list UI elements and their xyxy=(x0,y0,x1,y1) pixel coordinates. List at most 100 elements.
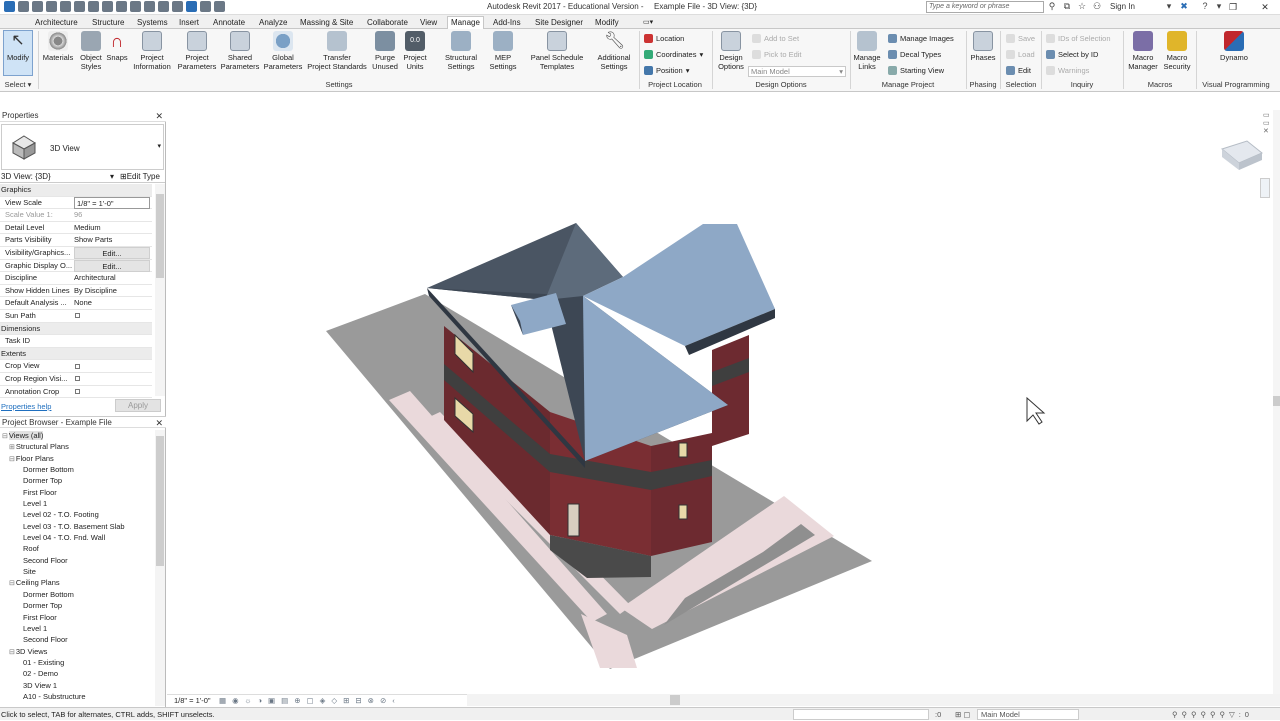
view-control-icons[interactable]: ▦◉☼◑▣▤⊕▢◈◇⊞⊟⊗⊘‹ xyxy=(219,695,401,706)
property-row[interactable]: Sun Path xyxy=(0,310,152,323)
binoculars-icon[interactable]: ⚲ xyxy=(1047,1,1057,12)
scrollbar-thumb[interactable] xyxy=(156,194,164,278)
browser-tree-item[interactable]: Level 1 xyxy=(0,623,152,634)
select-by-id-button[interactable]: Select by ID xyxy=(1046,49,1098,60)
checkbox-icon[interactable] xyxy=(75,389,80,395)
tab-modify[interactable]: Modify xyxy=(592,17,622,29)
snaps-button[interactable]: ∩ Snaps xyxy=(104,31,130,62)
design-options-button[interactable]: Design Options xyxy=(716,31,746,71)
starting-view-button[interactable]: Starting View xyxy=(888,65,944,76)
property-checkbox[interactable] xyxy=(74,310,150,322)
subscription-icon[interactable]: ⧉ xyxy=(1062,1,1072,12)
property-edit-button[interactable]: Edit... xyxy=(74,246,150,259)
help-icon[interactable]: ? xyxy=(1200,1,1210,12)
dynamo-button[interactable]: Dynamo xyxy=(1214,31,1254,62)
property-row[interactable]: Task ID xyxy=(0,335,152,348)
browser-tree-item[interactable]: ⊟3D Views xyxy=(0,646,152,657)
browser-scrollbar[interactable] xyxy=(155,430,165,706)
manage-images-button[interactable]: Manage Images xyxy=(888,33,954,44)
materials-button[interactable]: Materials xyxy=(41,31,75,62)
browser-tree-item[interactable]: First Floor xyxy=(0,612,152,623)
properties-scrollbar[interactable] xyxy=(155,184,165,396)
property-row[interactable]: Crop View xyxy=(0,360,152,373)
properties-help-link[interactable]: Properties help xyxy=(1,402,51,411)
browser-tree-item[interactable]: A10 - Substructure xyxy=(0,691,152,702)
property-group-header[interactable]: Graphics xyxy=(0,184,152,197)
modify-button[interactable]: ↖ Modify xyxy=(3,30,33,76)
browser-tree-item[interactable]: Second Floor xyxy=(0,555,152,566)
workset-field[interactable] xyxy=(793,709,929,720)
aligned-dimension-icon[interactable] xyxy=(116,1,127,12)
location-button[interactable]: Location xyxy=(644,33,684,44)
tag-icon[interactable] xyxy=(130,1,141,12)
revit-app-icon[interactable] xyxy=(4,1,15,12)
scrollbar-thumb[interactable] xyxy=(156,436,164,566)
browser-tree-item[interactable]: 01 - Existing xyxy=(0,657,152,668)
close-icon[interactable]: ✕ xyxy=(155,110,163,122)
scrollbar-thumb[interactable] xyxy=(1273,396,1280,406)
viewport-vertical-scrollbar[interactable] xyxy=(1273,110,1280,694)
text-icon[interactable] xyxy=(144,1,155,12)
tab-insert[interactable]: Insert xyxy=(176,17,202,29)
load-selection-button[interactable]: Load xyxy=(1006,49,1035,60)
view-scale-button[interactable]: 1/8" = 1'-0" xyxy=(174,695,211,706)
property-row[interactable]: Default Analysis ... None xyxy=(0,297,152,310)
transfer-project-standards-button[interactable]: Transfer Project Standards xyxy=(304,31,370,71)
restore-window-icon[interactable]: ❐ xyxy=(1222,0,1244,14)
browser-tree-item[interactable]: Dormer Top xyxy=(0,600,152,611)
tab-architecture[interactable]: Architecture xyxy=(32,17,81,29)
thin-lines-icon[interactable] xyxy=(186,1,197,12)
tab-view[interactable]: View xyxy=(417,17,440,29)
apply-button[interactable]: Apply xyxy=(115,399,161,412)
purge-unused-button[interactable]: Purge Unused xyxy=(370,31,400,71)
close-window-icon[interactable]: ✕ xyxy=(1254,0,1276,14)
position-button[interactable]: Position ▾ xyxy=(644,65,689,76)
tab-structure[interactable]: Structure xyxy=(89,17,127,29)
save-selection-button[interactable]: Save xyxy=(1006,33,1035,44)
browser-tree-item[interactable]: 3D View 1 xyxy=(0,680,152,691)
browser-tree-item[interactable]: Dormer Top xyxy=(0,475,152,486)
sync-icon[interactable] xyxy=(46,1,57,12)
design-option-status-select[interactable]: Main Model xyxy=(977,709,1079,720)
browser-tree-item[interactable]: ⊞Structural Plans xyxy=(0,441,152,452)
property-row[interactable]: Parts Visibility Show Parts xyxy=(0,234,152,247)
browser-tree-item[interactable]: 02 - Demo xyxy=(0,668,152,679)
ribbon-minimize-icon[interactable]: ▭▾ xyxy=(640,17,656,29)
default-3d-view-icon[interactable] xyxy=(158,1,169,12)
collapse-icon[interactable]: ⊟ xyxy=(9,649,15,656)
structural-settings-button[interactable]: Structural Settings xyxy=(440,31,482,71)
object-styles-button[interactable]: Object Styles xyxy=(77,31,105,71)
mep-settings-button[interactable]: MEP Settings xyxy=(485,31,521,71)
undo-icon[interactable] xyxy=(60,1,71,12)
favorites-star-icon[interactable]: ☆ xyxy=(1077,1,1087,12)
warnings-button[interactable]: Warnings xyxy=(1046,65,1089,76)
property-row[interactable]: View Scale 1/8" = 1'-0" xyxy=(0,196,152,210)
project-units-button[interactable]: 0.0 Project Units xyxy=(400,31,430,71)
project-parameters-button[interactable]: Project Parameters xyxy=(175,31,219,71)
browser-tree-item[interactable]: First Floor xyxy=(0,487,152,498)
decal-types-button[interactable]: Decal Types xyxy=(888,49,941,60)
tab-massing-site[interactable]: Massing & Site xyxy=(297,17,356,29)
property-row[interactable]: Discipline Architectural xyxy=(0,272,152,285)
selection-filter-icons[interactable]: ⚲⚲⚲⚲⚲⚲▽:0 xyxy=(1172,708,1253,721)
tab-collaborate[interactable]: Collaborate xyxy=(364,17,411,29)
property-group-header[interactable]: Dimensions xyxy=(0,322,152,336)
scrollbar-thumb[interactable] xyxy=(670,695,680,705)
collapse-icon[interactable]: ⊟ xyxy=(2,433,8,440)
tab-add-ins[interactable]: Add-Ins xyxy=(490,17,524,29)
tab-manage[interactable]: Manage xyxy=(447,16,484,29)
tab-site-designer[interactable]: Site Designer xyxy=(532,17,586,29)
browser-tree-item[interactable]: ⊟Floor Plans xyxy=(0,453,152,464)
tab-annotate[interactable]: Annotate xyxy=(210,17,248,29)
project-information-button[interactable]: Project Information xyxy=(131,31,173,71)
search-input[interactable]: Type a keyword or phrase xyxy=(926,1,1044,13)
additional-settings-button[interactable]: 🔧︎ Additional Settings xyxy=(592,31,636,71)
user-icon[interactable]: ⚇ xyxy=(1092,1,1102,12)
sign-in-button[interactable]: Sign In xyxy=(1110,2,1135,11)
3d-viewport[interactable]: ▭ ▭ ✕ xyxy=(167,110,1274,694)
phases-button[interactable]: Phases xyxy=(969,31,997,62)
browser-tree-item[interactable]: Second Floor xyxy=(0,634,152,645)
instance-selector[interactable]: 3D View: {3D} ▾ ⊞Edit Type xyxy=(0,171,165,183)
print-icon[interactable] xyxy=(88,1,99,12)
close-hidden-windows-icon[interactable] xyxy=(200,1,211,12)
